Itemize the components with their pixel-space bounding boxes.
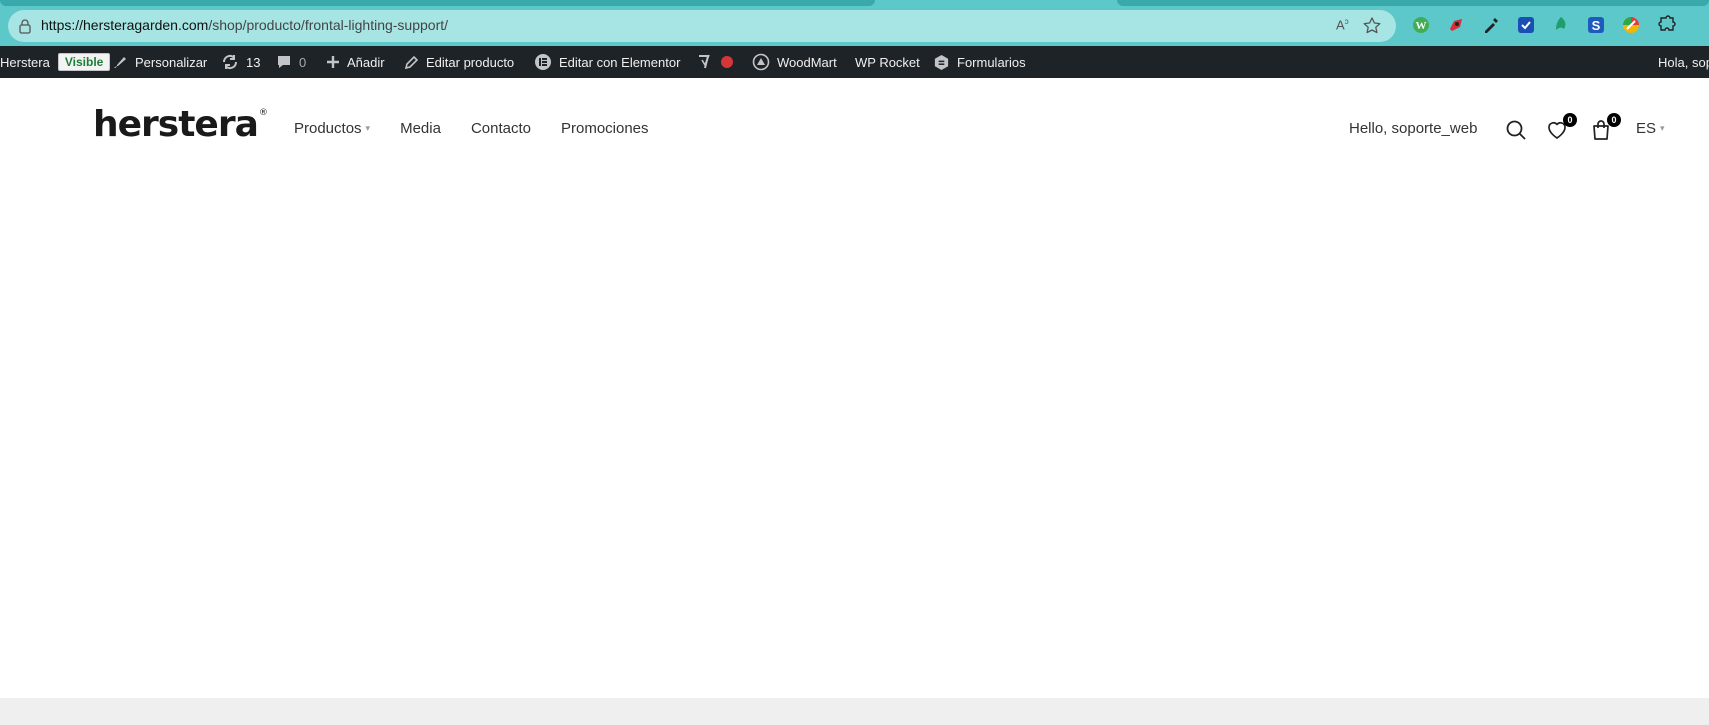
comments-link[interactable]: 0 (276, 46, 306, 78)
updates-count: 13 (246, 54, 261, 70)
browser-toolbar: https://hersteragarden.com/shop/producto… (0, 0, 1709, 46)
add-new-label: Añadir (347, 54, 385, 70)
language-label: ES (1636, 120, 1657, 137)
rocket-ext-icon[interactable] (1445, 14, 1467, 36)
brush-icon (112, 54, 128, 70)
svg-text:W: W (1416, 20, 1427, 32)
edit-elementor-link[interactable]: Editar con Elementor (534, 46, 680, 78)
tab-active[interactable] (0, 0, 875, 6)
s-ext-icon[interactable]: S (1585, 14, 1607, 36)
cart-count: 0 (1607, 113, 1621, 127)
elementor-icon (534, 53, 552, 71)
read-aloud-icon[interactable]: Aↄ (1336, 17, 1354, 35)
logo-registered-mark: ® (258, 108, 268, 118)
lock-icon[interactable] (17, 18, 33, 34)
account-greeting: Hola, sop (1658, 54, 1709, 70)
wp-rocket-label: WP Rocket (855, 54, 920, 70)
nav-label-productos: Productos (294, 120, 362, 137)
nav-item-productos[interactable]: Productos ▾ (294, 120, 370, 137)
comment-icon (276, 54, 292, 70)
wp-rocket-link[interactable]: WP Rocket (855, 46, 920, 78)
leaf-ext-icon[interactable] (1550, 14, 1572, 36)
forms-label: Formularios (957, 54, 1026, 70)
add-new-link[interactable]: Añadir (326, 46, 385, 78)
wordpress-icon[interactable]: W (1410, 14, 1432, 36)
tab-inactive[interactable] (1117, 0, 1709, 6)
edit-product-label: Editar producto (426, 54, 515, 70)
nav-item-contacto[interactable]: Contacto (471, 120, 531, 137)
account-link[interactable]: Hello, soporte_web (1349, 120, 1477, 137)
main-navigation: Productos ▾ Media Contacto Promociones (294, 120, 649, 137)
seo-status-dot (721, 56, 733, 68)
plus-icon (326, 55, 340, 69)
forms-link[interactable]: Formularios (933, 46, 1026, 78)
chevron-down-icon: ▾ (365, 123, 371, 133)
nav-label-media: Media (400, 120, 441, 137)
edit-product-link[interactable]: Editar producto (404, 46, 514, 78)
updates-link[interactable]: 13 (221, 46, 260, 78)
color-wheel-icon[interactable] (1620, 14, 1642, 36)
todo-check-icon[interactable] (1515, 14, 1537, 36)
language-switcher[interactable]: ES ▾ (1636, 120, 1665, 137)
customize-label: Personalizar (135, 54, 208, 70)
woodmart-link[interactable]: WoodMart (752, 46, 837, 78)
site-header: herstera® Productos ▾ Media Contacto Pro… (0, 78, 1709, 181)
puzzle-icon[interactable] (1655, 14, 1677, 36)
wp-admin-bar: Herstera Visible Personalizar 13 0 Añadi… (0, 46, 1709, 78)
site-name-label: Herstera (0, 54, 50, 70)
my-account-link[interactable]: Hola, sop (1658, 46, 1709, 78)
refresh-icon (221, 53, 239, 71)
tab-strip (0, 0, 1709, 6)
yoast-seo-link[interactable] (696, 46, 733, 78)
comments-count: 0 (299, 54, 307, 70)
admin-site-name[interactable]: Herstera Visible (0, 46, 111, 78)
nav-label-promociones: Promociones (560, 120, 649, 137)
yoast-icon (696, 53, 714, 71)
address-bar[interactable]: https://hersteragarden.com/shop/producto… (8, 10, 1396, 42)
forms-icon (933, 54, 950, 71)
customize-link[interactable]: Personalizar (112, 46, 207, 78)
url-text[interactable]: https://hersteragarden.com/shop/producto… (41, 17, 448, 33)
visibility-badge: Visible (57, 53, 111, 71)
nav-label-contacto: Contacto (470, 120, 531, 137)
extension-bar: W S (1410, 14, 1677, 36)
url-path: /shop/producto/frontal-lighting-support/ (208, 17, 449, 33)
site-logo[interactable]: herstera® (93, 104, 268, 145)
search-icon[interactable] (1505, 119, 1529, 143)
woodmart-label: WoodMart (777, 54, 837, 70)
page-bottom-band (0, 698, 1709, 725)
svg-text:S: S (1592, 18, 1601, 33)
star-icon[interactable] (1362, 16, 1382, 36)
nav-item-promociones[interactable]: Promociones (561, 120, 649, 137)
woodmart-icon (752, 53, 770, 71)
url-host: https://hersteragarden.com (41, 17, 209, 33)
eyedropper-icon[interactable] (1480, 14, 1502, 36)
logo-text: herstera (93, 104, 259, 145)
wishlist-count: 0 (1563, 113, 1577, 127)
cart-button[interactable]: 0 (1590, 113, 1621, 143)
nav-item-media[interactable]: Media (400, 120, 441, 137)
pencil-icon (404, 55, 419, 70)
chevron-down-icon: ▾ (1660, 123, 1665, 133)
wishlist-button[interactable]: 0 (1546, 113, 1577, 143)
edit-elementor-label: Editar con Elementor (559, 54, 681, 70)
